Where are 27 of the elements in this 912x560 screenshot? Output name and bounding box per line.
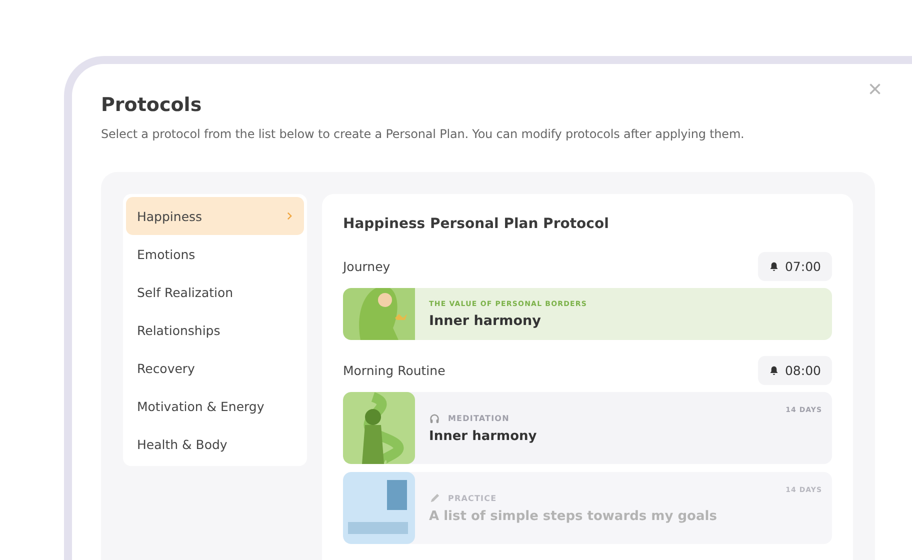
activity-title: Inner harmony (429, 312, 542, 328)
section-title: Morning Routine (343, 363, 446, 378)
bell-icon (768, 261, 779, 272)
category-label: PRACTICE (448, 494, 497, 502)
illustration-placeholder (343, 472, 415, 544)
illustration-placeholder (343, 288, 415, 340)
sidebar-item[interactable]: Self Realization (126, 273, 304, 311)
sidebar-item[interactable]: Motivation & Energy (126, 387, 304, 425)
sidebar-item[interactable]: Emotions (126, 235, 304, 273)
reminder-time-button[interactable]: 07:00 (758, 252, 832, 281)
sidebar-item[interactable]: Recovery (126, 349, 304, 387)
category-label: MEDITATION (448, 414, 510, 422)
illustration-placeholder (343, 392, 415, 464)
chevron-icon (287, 212, 292, 220)
dialog-description: Select a protocol from the list below to create a Personal Plan. You can modify protocols after applying them. (101, 126, 746, 142)
activity-title: A list of simple steps towards my goals (429, 508, 717, 524)
reminder-time-button[interactable]: 08:00 (758, 356, 832, 385)
headphones-icon (429, 412, 440, 424)
bell-icon (768, 365, 779, 376)
sidebar-item[interactable]: Health & Body (126, 425, 304, 463)
activity-title: Inner harmony (429, 428, 537, 444)
dialog-title: Protocols (101, 93, 203, 118)
section-title: Journey (343, 259, 390, 274)
sidebar-item[interactable]: Happiness (126, 197, 304, 235)
protocol-title: Happiness Personal Plan Protocol (343, 216, 610, 232)
pencil-icon (429, 492, 440, 504)
sidebar-item[interactable]: Relationships (126, 311, 304, 349)
